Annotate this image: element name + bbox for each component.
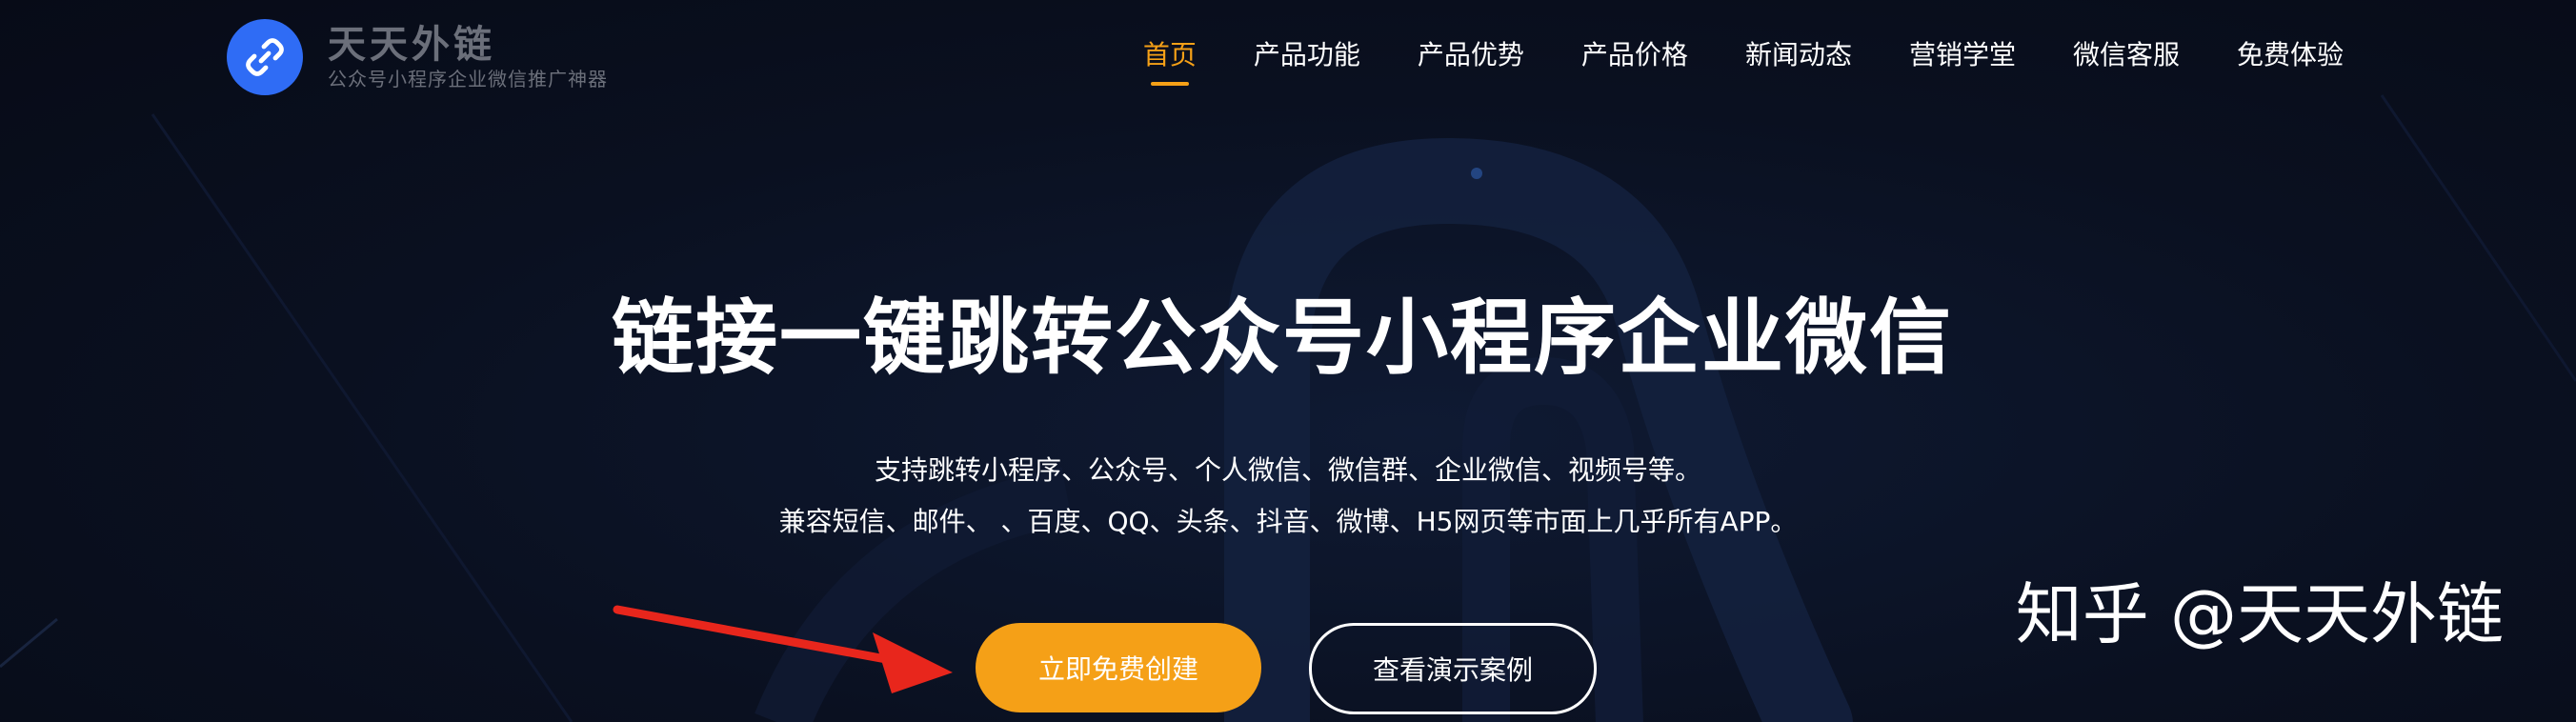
nav-item-advantages[interactable]: 产品优势 (1418, 36, 1524, 74)
nav-item-marketing[interactable]: 营销学堂 (1909, 36, 2016, 74)
logo-text: 天天外链 公众号小程序企业微信推广神器 (328, 23, 608, 91)
hero-title-text: 链接一键跳转公众号小程序企业微信 (612, 291, 1953, 386)
landing-page: 天天外链 公众号小程序企业微信推广神器 首页 产品功能 产品优势 产品价格 新闻… (0, 0, 2576, 722)
logo-title: 天天外链 (328, 23, 495, 67)
site-logo[interactable]: 天天外链 公众号小程序企业微信推广神器 (227, 19, 608, 95)
nav-item-pricing[interactable]: 产品价格 (1581, 36, 1688, 74)
nav-item-free-trial[interactable]: 免费体验 (2237, 36, 2344, 74)
logo-badge (227, 19, 303, 95)
nav-item-support[interactable]: 微信客服 (2073, 36, 2180, 74)
hero-subtitle-line1: 支持跳转小程序、公众号、个人微信、微信群、企业微信、视频号等。 (874, 454, 1701, 486)
hero-subtitle-line2: 兼容短信、邮件、 、百度、QQ、头条、抖音、微博、H5网页等市面上几乎所有APP… (778, 506, 1798, 537)
view-demo-button[interactable]: 查看演示案例 (1309, 623, 1597, 714)
link-icon (246, 38, 284, 76)
nav-item-home[interactable]: 首页 (1143, 36, 1197, 86)
hero-title: 链接一键跳转公众号小程序企业微信 (0, 286, 2576, 391)
create-free-button[interactable]: 立即免费创建 (976, 623, 1261, 712)
main-nav: 首页 产品功能 产品优势 产品价格 新闻动态 营销学堂 微信客服 免费体验 (1086, 36, 2344, 86)
nav-item-features[interactable]: 产品功能 (1254, 36, 1360, 74)
logo-subtitle: 公众号小程序企业微信推广神器 (328, 68, 608, 90)
nav-item-news[interactable]: 新闻动态 (1745, 36, 1852, 74)
zhihu-watermark: 知乎 @天天外链 (2015, 575, 2504, 653)
